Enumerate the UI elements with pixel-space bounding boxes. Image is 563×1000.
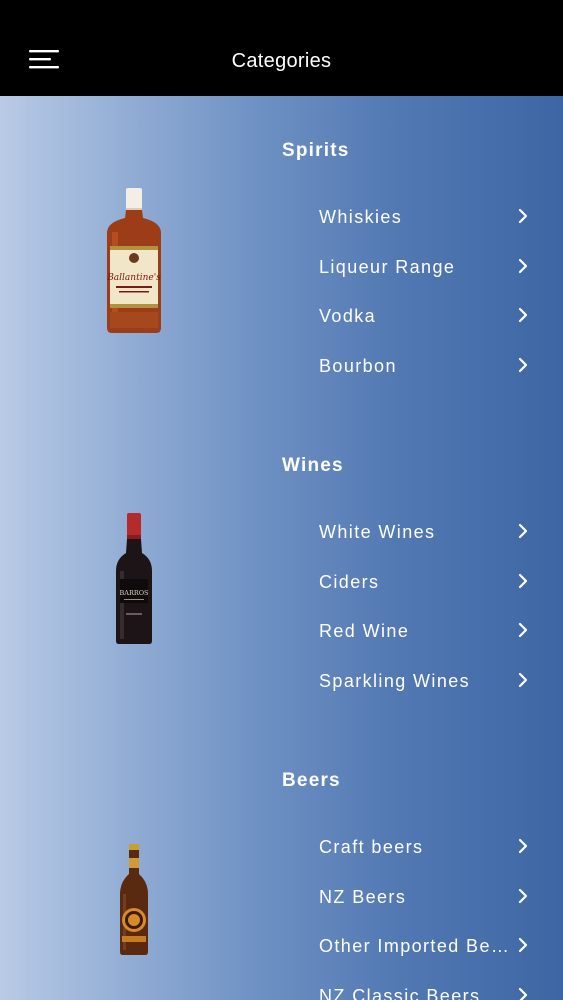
item-label: Craft beers xyxy=(319,837,424,857)
chevron-right-icon xyxy=(518,622,528,638)
section-title: Spirits xyxy=(282,140,350,161)
page-title: Categories xyxy=(231,50,332,72)
chevron-right-icon xyxy=(518,357,528,373)
item-label: Ciders xyxy=(319,572,380,592)
svg-text:BARROS: BARROS xyxy=(119,589,148,597)
category-section-beers: Beers Craft beers NZ Beers Other Importe… xyxy=(0,726,563,1000)
subcategory-item-red-wine[interactable]: Red Wine xyxy=(319,616,544,648)
chevron-right-icon xyxy=(518,523,528,539)
section-title: Wines xyxy=(282,455,344,476)
wine-bottle-image: BARROS xyxy=(116,513,152,644)
chevron-right-icon xyxy=(518,888,528,904)
chevron-right-icon xyxy=(518,987,528,1000)
top-navigation-bar: Categories xyxy=(0,0,563,96)
category-section-spirits: Spirits Ballantine's Whiskies Liqueur Ra… xyxy=(0,96,563,411)
item-label: Vodka xyxy=(319,306,377,326)
svg-text:Ballantine's: Ballantine's xyxy=(106,273,161,283)
chevron-right-icon xyxy=(518,208,528,224)
chevron-right-icon xyxy=(518,258,528,274)
beer-bottle-image xyxy=(120,844,148,955)
subcategory-item-craft-beers[interactable]: Craft beers xyxy=(319,832,544,864)
subcategory-item-nz-classic-beers[interactable]: NZ Classic Beers xyxy=(319,981,544,1000)
item-label: Other Imported Beers xyxy=(319,936,517,956)
chevron-right-icon xyxy=(518,573,528,589)
item-label: Liqueur Range xyxy=(319,257,456,277)
whisky-bottle-image: Ballantine's xyxy=(106,188,161,333)
subcategory-item-whiskies[interactable]: Whiskies xyxy=(319,202,544,234)
chevron-right-icon xyxy=(518,672,528,688)
item-label: White Wines xyxy=(319,522,436,542)
chevron-right-icon xyxy=(518,838,528,854)
subcategory-item-vodka[interactable]: Vodka xyxy=(319,301,544,333)
subcategory-item-sparkling-wines[interactable]: Sparkling Wines xyxy=(319,666,544,698)
section-title: Beers xyxy=(282,770,341,791)
category-section-wines: Wines BARROS White Wines Ciders Red Wine… xyxy=(0,411,563,726)
item-label: NZ Beers xyxy=(319,887,407,907)
subcategory-item-other-imported-beers[interactable]: Other Imported Beers xyxy=(319,931,544,963)
item-label: Whiskies xyxy=(319,207,403,227)
item-label: Bourbon xyxy=(319,356,397,376)
app-screen: Categories Spirits Ballantine's Whiskies… xyxy=(0,0,563,1000)
subcategory-item-nz-beers[interactable]: NZ Beers xyxy=(319,882,544,914)
subcategory-item-white-wines[interactable]: White Wines xyxy=(319,517,544,549)
item-label: Red Wine xyxy=(319,621,410,641)
item-label: NZ Classic Beers xyxy=(319,986,481,1000)
chevron-right-icon xyxy=(518,937,528,953)
subcategory-item-liqueur-range[interactable]: Liqueur Range xyxy=(319,252,544,284)
item-label: Sparkling Wines xyxy=(319,671,471,691)
chevron-right-icon xyxy=(518,307,528,323)
categories-list[interactable]: Spirits Ballantine's Whiskies Liqueur Ra… xyxy=(0,96,563,1000)
subcategory-item-bourbon[interactable]: Bourbon xyxy=(319,351,544,383)
subcategory-item-ciders[interactable]: Ciders xyxy=(319,567,544,599)
